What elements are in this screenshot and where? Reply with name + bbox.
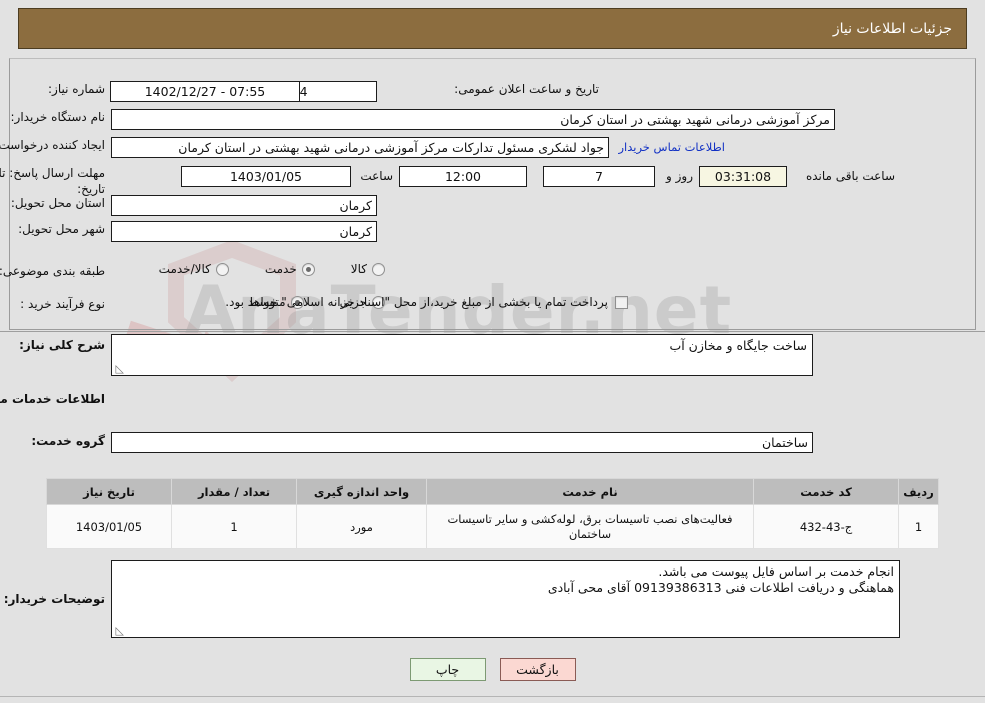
delivery-city-label: شهر محل تحویل: xyxy=(18,222,105,236)
subject-category-label: طبقه بندی موضوعی: xyxy=(0,264,105,278)
radio-option-khedmat[interactable]: خدمت xyxy=(265,262,315,276)
col-header-row-no: ردیف xyxy=(898,478,939,505)
buyer-org-value: مرکز آموزشی درمانی شهید بهشتی در استان ک… xyxy=(111,109,835,130)
page-title-text: جزئیات اطلاعات نیاز xyxy=(832,20,952,37)
subject-category-label-wrap: طبقه بندی موضوعی: xyxy=(0,264,105,278)
general-description-label: شرح کلی نیاز: xyxy=(19,338,105,352)
cell-row-no: 1 xyxy=(898,504,939,549)
requester-label: ایجاد کننده درخواست: xyxy=(0,138,105,152)
service-group-label: گروه خدمت: xyxy=(31,434,105,448)
general-description-textarea[interactable]: ساخت جایگاه و مخازن آب ◺ xyxy=(111,334,813,376)
delivery-province-label: استان محل تحویل: xyxy=(10,196,105,210)
buyer-notes-line-2: هماهنگی و دریافت اطلاعات فنی 09139386313… xyxy=(547,580,894,595)
deadline-countdown-value: 03:31:08 xyxy=(699,166,787,187)
buyer-org-label-wrap: نام دستگاه خریدار: xyxy=(11,110,106,124)
col-header-service-code: کد خدمت xyxy=(753,478,899,505)
resize-grip-icon-notes[interactable]: ◺ xyxy=(114,625,124,636)
deadline-label-line2: تاریخ: xyxy=(77,182,105,196)
purchase-process-label: نوع فرآیند خرید : xyxy=(20,297,105,311)
section-divider-1 xyxy=(0,331,985,332)
deadline-days-value: 7 xyxy=(543,166,655,187)
service-group-value: ساختمان xyxy=(111,432,813,453)
table-header-row: ردیف کد خدمت نام خدمت واحد اندازه گیری ت… xyxy=(46,478,939,505)
treasury-docs-checkbox[interactable] xyxy=(615,295,628,309)
announce-datetime-label: تاریخ و ساعت اعلان عمومی: xyxy=(454,82,599,96)
services-table: ردیف کد خدمت نام خدمت واحد اندازه گیری ت… xyxy=(46,478,939,549)
page-root: AnaTender.net جزئیات اطلاعات نیاز شماره … xyxy=(0,0,985,703)
need-number-label-wrap: شماره نیاز: xyxy=(48,82,105,96)
deadline-countdown-suffix: ساعت باقی مانده xyxy=(805,169,895,183)
deadline-date-value: 1403/01/05 xyxy=(181,166,351,187)
col-header-service-name: نام خدمت xyxy=(426,478,754,505)
deadline-label-line1: مهلت ارسال پاسخ: تا xyxy=(0,166,105,180)
buyer-notes-label: توضیحات خریدار: xyxy=(3,592,105,606)
requester-value: جواد لشکری مسئول تدارکات مرکز آموزشی درم… xyxy=(111,137,609,158)
general-description-value: ساخت جایگاه و مخازن آب xyxy=(669,338,807,353)
print-button[interactable]: چاپ xyxy=(409,658,486,681)
cell-quantity: 1 xyxy=(171,504,297,549)
buyer-notes-textarea[interactable]: انجام خدمت بر اساس فایل پیوست می باشد. ه… xyxy=(111,560,900,638)
col-header-unit: واحد اندازه گیری xyxy=(296,478,427,505)
need-number-label: شماره نیاز: xyxy=(48,82,105,96)
table-row: 1 ج-43-432 فعالیت‌های نصب تاسیسات برق، ل… xyxy=(46,504,939,549)
radio-khedmat-label: خدمت xyxy=(264,262,297,276)
action-buttons: بازگشت چاپ xyxy=(0,658,985,681)
cell-unit: مورد xyxy=(296,504,427,549)
col-header-quantity: تعداد / مقدار xyxy=(171,478,297,505)
delivery-province-label-wrap: استان محل تحویل: xyxy=(11,196,105,210)
col-header-need-date: تاریخ نیاز xyxy=(46,478,172,505)
services-section-heading: اطلاعات خدمات مورد نیاز xyxy=(0,392,105,406)
buyer-org-label: نام دستگاه خریدار: xyxy=(10,110,106,124)
radio-kala-khedmat-icon[interactable] xyxy=(215,262,229,276)
radio-khedmat-icon[interactable] xyxy=(301,262,315,276)
announce-datetime-label-wrap: تاریخ و ساعت اعلان عمومی: xyxy=(454,82,599,96)
page-title: جزئیات اطلاعات نیاز xyxy=(18,8,967,49)
radio-kala-khedmat-label: کالا/خدمت xyxy=(158,262,211,276)
resize-grip-icon[interactable]: ◺ xyxy=(114,363,124,374)
radio-kala-label: کالا xyxy=(350,262,367,276)
treasury-docs-checkbox-label: پرداخت تمام یا بخشی از مبلغ خرید،از محل … xyxy=(225,295,608,309)
buyer-notes-line-1: انجام خدمت بر اساس فایل پیوست می باشد. xyxy=(658,564,894,579)
radio-option-kala[interactable]: کالا xyxy=(351,262,385,276)
buyer-contact-link[interactable]: اطلاعات تماس خریدار xyxy=(618,140,725,154)
announce-datetime-value: 07:55 - 1402/12/27 xyxy=(110,81,300,102)
delivery-city-value: کرمان xyxy=(111,221,377,242)
treasury-docs-checkbox-wrap[interactable]: پرداخت تمام یا بخشی از مبلغ خرید،از محل … xyxy=(225,295,628,309)
delivery-city-label-wrap: شهر محل تحویل: xyxy=(18,222,105,236)
deadline-hour-label: ساعت xyxy=(360,169,393,183)
radio-option-kala-khedmat[interactable]: کالا/خدمت xyxy=(159,262,229,276)
purchase-process-label-wrap: نوع فرآیند خرید : xyxy=(20,297,105,311)
back-button[interactable]: بازگشت xyxy=(499,658,576,681)
requester-label-wrap: ایجاد کننده درخواست: xyxy=(0,138,105,152)
delivery-province-value: کرمان xyxy=(111,195,377,216)
cell-service-code: ج-43-432 xyxy=(753,504,899,549)
deadline-days-suffix: روز و xyxy=(666,169,693,183)
cell-need-date: 1403/01/05 xyxy=(46,504,172,549)
footer-divider xyxy=(0,696,985,697)
cell-service-name: فعالیت‌های نصب تاسیسات برق، لوله‌کشی و س… xyxy=(426,504,754,549)
radio-kala-icon[interactable] xyxy=(372,262,385,276)
deadline-hour-value: 12:00 xyxy=(399,166,527,187)
subject-category-radiogroup: کالا خدمت کالا/خدمت xyxy=(159,262,385,276)
